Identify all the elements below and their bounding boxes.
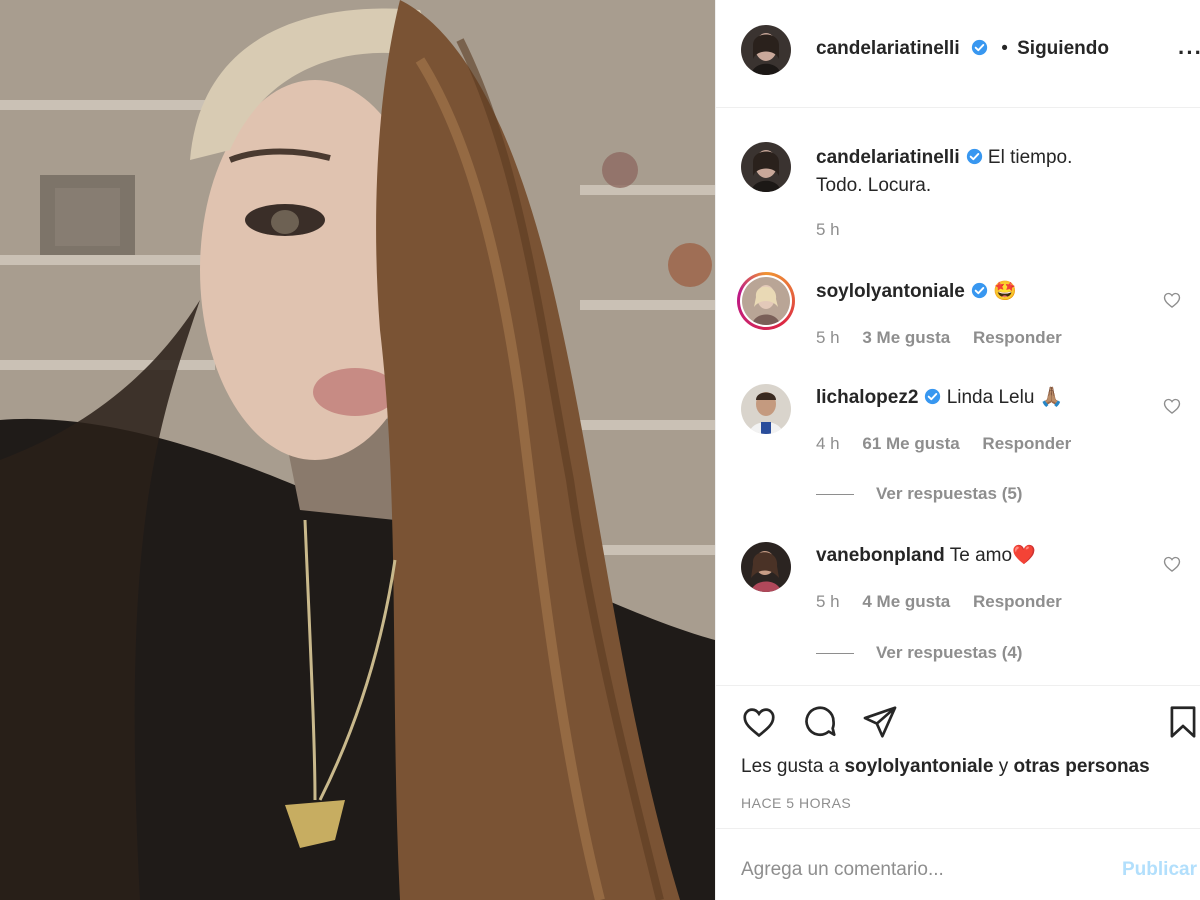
view-replies-label: Ver respuestas (5) [876,484,1023,503]
comment-icon[interactable] [801,703,839,741]
comment-username[interactable]: soylolyantoniale [816,281,965,302]
comment-likes[interactable]: 61 Me gusta [862,434,959,453]
comment-like-heart-icon[interactable] [1162,396,1182,416]
likes-prefix: Les gusta a [741,756,840,777]
comment-text-block: lichalopez2 Linda Lelu 🙏🏽 [816,384,1063,412]
comment-input[interactable]: Agrega un comentario... [741,859,944,881]
comment-composer: Agrega un comentario... Publicar [716,828,1200,900]
post-timestamp[interactable]: HACE 5 HORAS [741,795,851,811]
separator-dot: • [1001,38,1008,59]
comment-like-heart-icon[interactable] [1162,554,1182,574]
author-avatar[interactable] [741,25,791,75]
verified-badge-icon [966,148,982,165]
view-replies-button[interactable]: Ver respuestas (4) [816,643,1022,663]
comment-text: Linda Lelu 🙏🏽 [946,387,1064,408]
likes-join: y [998,756,1009,777]
bookmark-icon[interactable] [1164,703,1200,741]
commenter-avatar [742,277,790,325]
comment-meta: 4 h 61 Me gusta Responder [816,434,1089,454]
likes-user-link[interactable]: soylolyantoniale [845,756,994,777]
comment-likes[interactable]: 4 Me gusta [862,592,950,611]
comment-meta: 5 h 4 Me gusta Responder [816,592,1080,612]
reply-button[interactable]: Responder [982,434,1071,453]
caption-time[interactable]: 5 h [816,220,840,239]
view-replies-button[interactable]: Ver respuestas (5) [816,484,1022,504]
comment-time[interactable]: 4 h [816,434,840,453]
share-icon[interactable] [861,703,899,741]
commenter-avatar[interactable] [741,542,791,592]
comment-likes[interactable]: 3 Me gusta [862,328,950,347]
story-ring[interactable] [737,272,795,330]
comment-time[interactable]: 5 h [816,592,840,611]
post-photo[interactable] [0,0,715,900]
post-actions: Les gusta a soylolyantoniale y otras per… [716,685,1200,828]
heart-icon[interactable] [740,703,778,741]
comment-username[interactable]: lichalopez2 [816,387,918,408]
view-replies-label: Ver respuestas (4) [876,643,1023,662]
comment-meta: 5 h 3 Me gusta Responder [816,328,1080,348]
post-panel: candelariatinelli • Siguiendo ··· candel… [715,0,1200,900]
following-button[interactable]: Siguiendo [1017,38,1109,59]
caption-avatar[interactable] [741,142,791,192]
verified-badge-icon [925,388,941,405]
comment-like-heart-icon[interactable] [1162,290,1182,310]
caption-text-block: candelariatinelli El tiempo. Todo. Locur… [816,144,1116,200]
comment-text: Te amo❤️ [949,545,1036,566]
caption-meta: 5 h [816,220,858,240]
comment-text-block: vanebonpland Te amo❤️ [816,542,1036,570]
author-username[interactable]: candelariatinelli [816,38,960,59]
likes-others-link[interactable]: otras personas [1013,756,1149,777]
reply-button[interactable]: Responder [973,592,1062,611]
more-horizontal-icon[interactable]: ··· [1178,40,1200,66]
caption-username[interactable]: candelariatinelli [816,147,960,168]
replies-divider [816,494,854,496]
comment-time[interactable]: 5 h [816,328,840,347]
commenter-avatar[interactable] [741,384,791,434]
verified-badge-icon [971,39,988,56]
likes-summary: Les gusta a soylolyantoniale y otras per… [741,756,1150,778]
author-line: candelariatinelli • Siguiendo [816,38,1109,60]
replies-divider [816,653,854,655]
comment-text: 🤩 [993,281,1017,302]
publish-button[interactable]: Publicar [1122,859,1197,881]
post-header: candelariatinelli • Siguiendo ··· [716,0,1200,108]
verified-badge-icon [971,282,988,299]
reply-button[interactable]: Responder [973,328,1062,347]
comment-username[interactable]: vanebonpland [816,545,945,566]
comment-text-block: soylolyantoniale 🤩 [816,278,1017,306]
selfie-image [0,0,715,900]
